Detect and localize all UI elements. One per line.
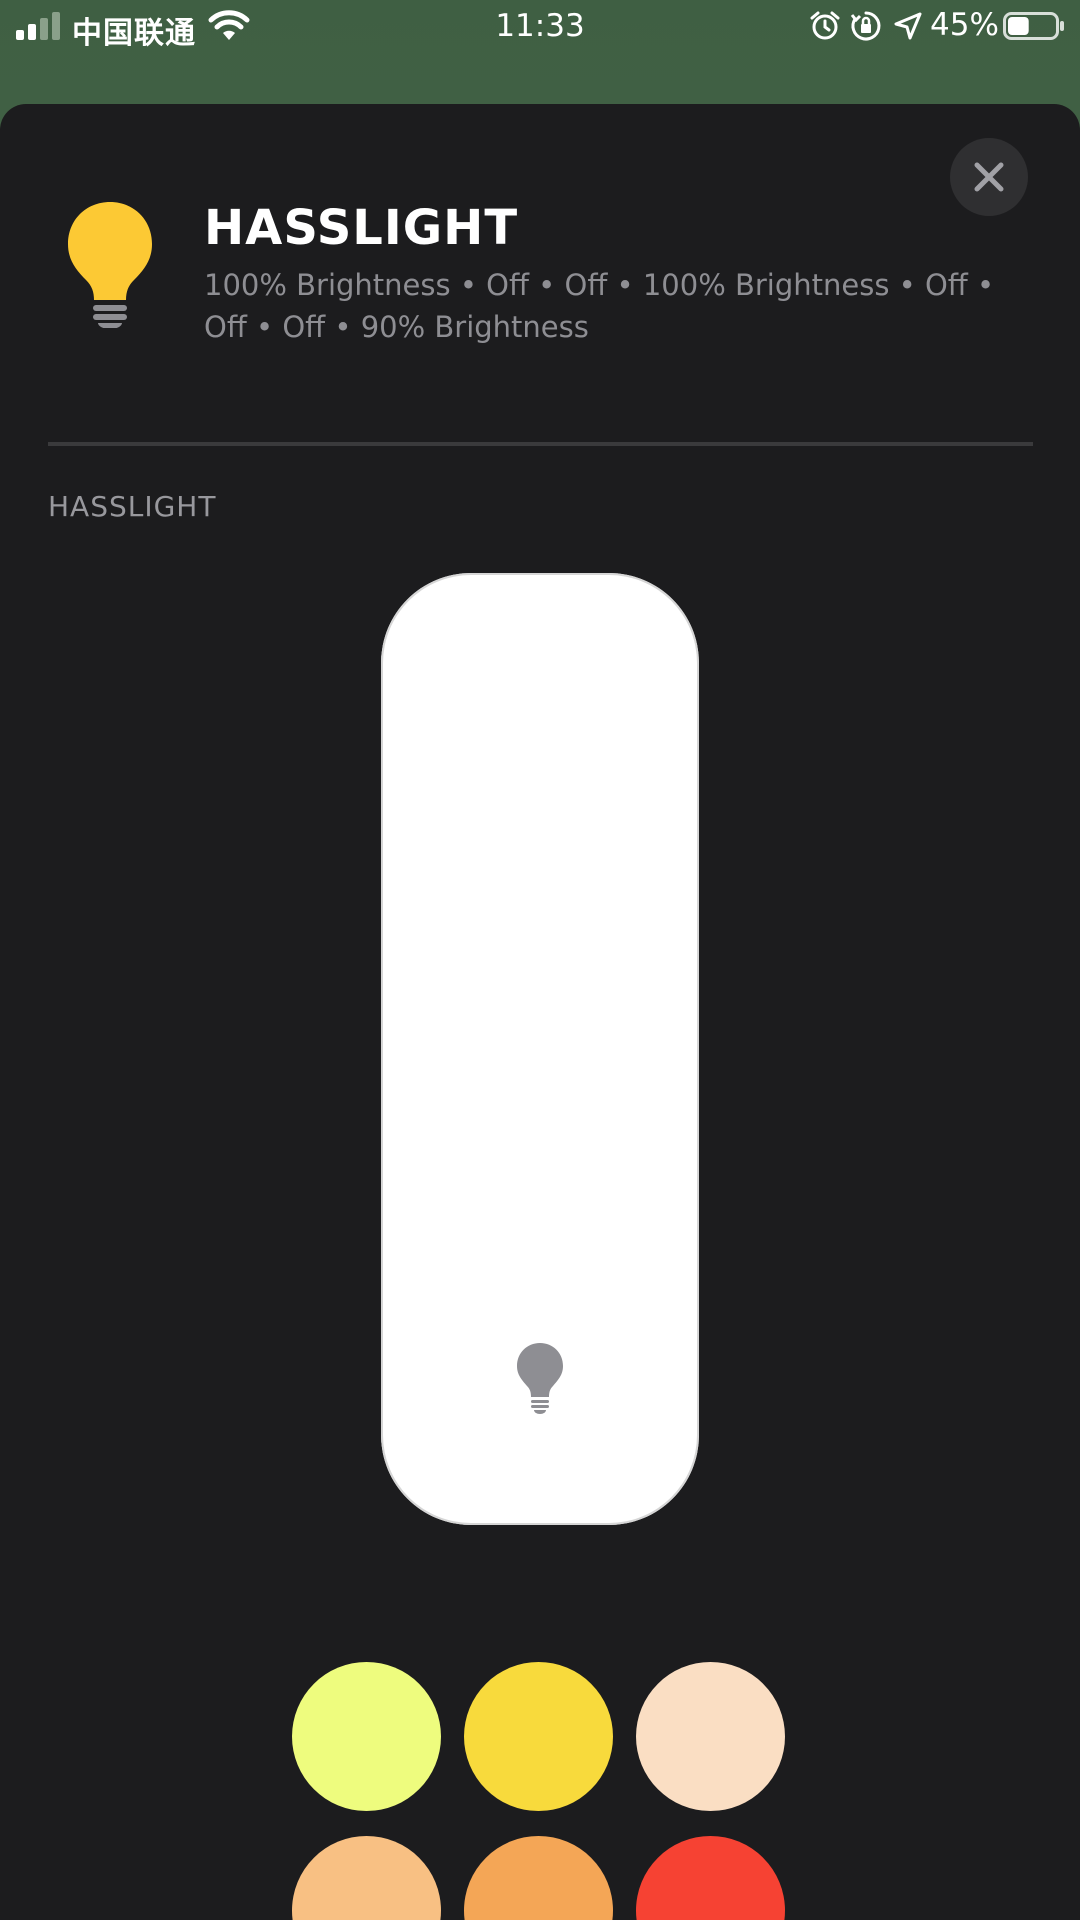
close-button[interactable] [950,138,1028,216]
swatch-yellow[interactable] [464,1662,613,1811]
swatch-red[interactable] [636,1836,785,1920]
swatch-peach[interactable] [636,1662,785,1811]
battery-percent: 45% [930,7,999,43]
light-detail-sheet: HASSLIGHT 100% Brightness • Off • Off • … [0,104,1080,1920]
status-summary: 100% Brightness • Off • Off • 100% Brigh… [204,268,995,344]
divider [48,442,1033,446]
status-bar: 中国联通 11:33 45% [0,0,1080,52]
section-label: HASSLIGHT [48,490,217,523]
alarm-icon [810,11,840,40]
swatch-orange[interactable] [464,1836,613,1920]
lightbulb-icon [517,1343,563,1414]
orientation-lock-icon [850,11,881,41]
page-title: HASSLIGHT [204,200,519,256]
location-icon [894,12,922,40]
swatch-light-orange[interactable] [292,1836,441,1920]
close-icon [974,162,1004,192]
swatch-light-yellow[interactable] [292,1662,441,1811]
lightbulb-icon [68,202,152,328]
brightness-slider[interactable] [381,573,699,1525]
battery-icon [1003,12,1064,40]
